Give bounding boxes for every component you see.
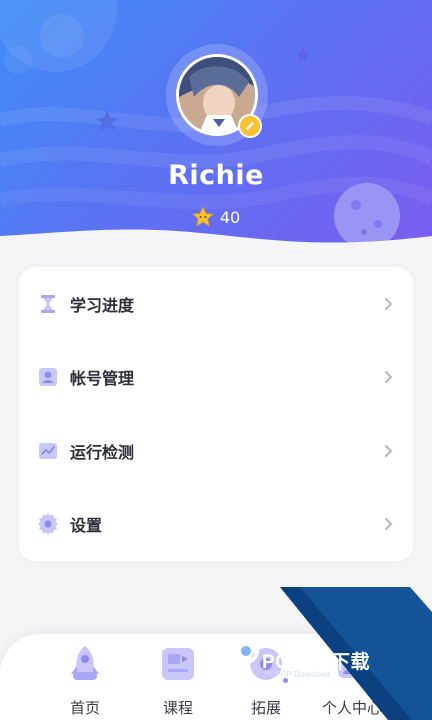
star-icon [192, 206, 214, 227]
menu-label: 学习进度 [70, 295, 135, 315]
menu-label: 帐号管理 [70, 369, 135, 389]
chart-icon [37, 440, 59, 462]
chevron-right-icon [384, 371, 393, 384]
bottom-tab-bar: 首页 课程 拓展 个人中心 [0, 634, 432, 720]
tab-course[interactable]: 课程 [138, 642, 218, 718]
tab-home[interactable]: 首页 [45, 642, 125, 718]
rocket-icon [71, 646, 99, 680]
menu-item-run-check[interactable]: 运行检测 [19, 414, 413, 488]
menu-item-learning-progress[interactable]: 学习进度 [19, 267, 413, 341]
menu-label: 设置 [70, 516, 103, 536]
tab-course-label: 课程 [162, 699, 193, 717]
menu-item-settings[interactable]: 设置 [19, 488, 413, 562]
star-count-value: 40 [219, 207, 241, 227]
menu-card: 学习进度 帐号管理 运行检测 设置 [19, 267, 413, 561]
edit-avatar-button[interactable] [238, 114, 262, 138]
username: Richie [168, 160, 264, 191]
course-icon [162, 648, 194, 680]
chevron-right-icon [384, 444, 393, 457]
profile-header: Richie 40 [0, 0, 432, 270]
tab-profile-label: 个人中心 [321, 699, 382, 717]
tab-profile[interactable]: 个人中心 [312, 642, 392, 718]
tab-extend[interactable]: 拓展 [226, 642, 306, 718]
star-count: 40 [0, 206, 432, 228]
profile-icon [338, 650, 366, 678]
menu-label: 运行检测 [70, 442, 135, 462]
chevron-right-icon [384, 297, 393, 310]
active-tab-indicator [283, 678, 288, 683]
hourglass-icon [37, 293, 59, 315]
pencil-icon [246, 122, 254, 130]
tab-home-label: 首页 [69, 699, 100, 717]
menu-item-account-management[interactable]: 帐号管理 [19, 341, 413, 415]
account-icon [37, 366, 59, 388]
chevron-right-icon [384, 518, 393, 531]
extend-icon [250, 648, 282, 680]
tab-extend-label: 拓展 [250, 699, 281, 717]
gear-icon [37, 513, 59, 536]
